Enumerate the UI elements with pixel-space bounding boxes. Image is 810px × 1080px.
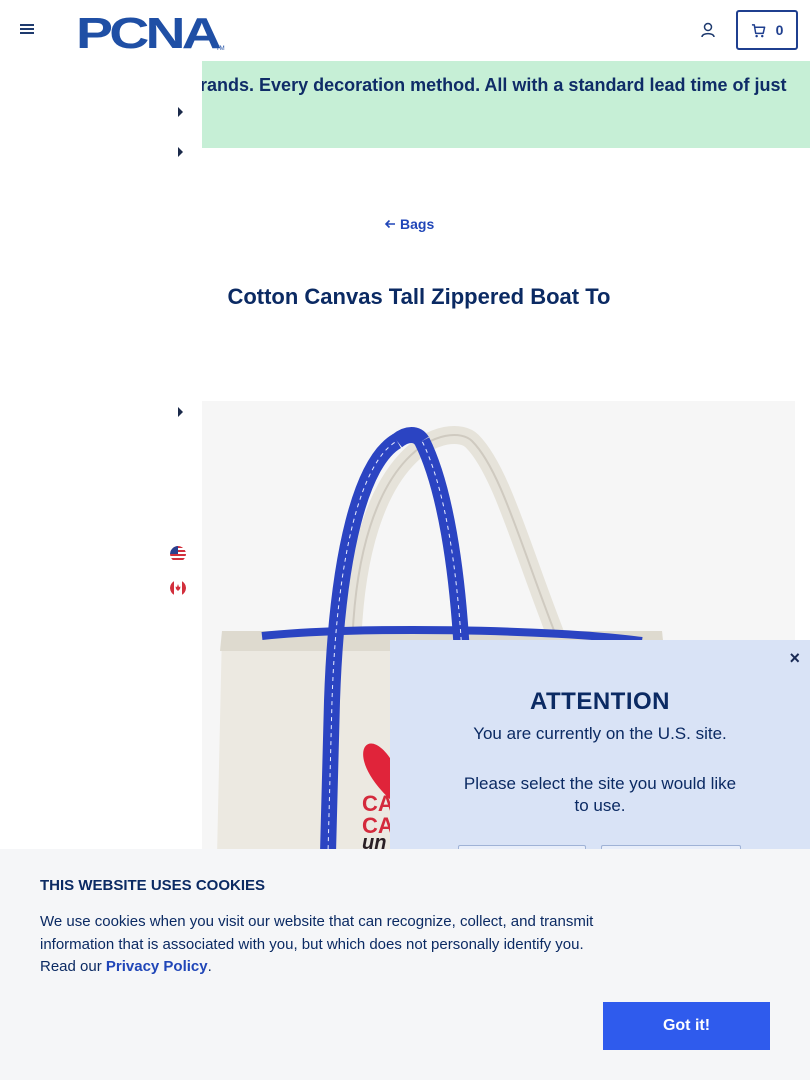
us-flag-icon[interactable] xyxy=(170,546,186,562)
cart-icon xyxy=(751,23,765,37)
cookie-heading: THIS WEBSITE USES COOKIES xyxy=(40,877,266,894)
product-title-container: Cotton Canvas Tall Zippered Boat Tote xyxy=(170,284,610,318)
caret-right-icon[interactable] xyxy=(178,107,183,117)
canada-flag-icon[interactable] xyxy=(170,580,186,596)
modal-heading: ATTENTION xyxy=(529,688,671,715)
account-icon[interactable] xyxy=(700,22,716,38)
modal-current-site-message: You are currently on the U.S. site. xyxy=(473,724,727,743)
privacy-policy-link[interactable]: Privacy Policy xyxy=(106,958,208,975)
cart-count: 0 xyxy=(775,22,784,38)
cookie-body: We use cookies when you visit our websit… xyxy=(40,911,610,979)
svg-text:TM: TM xyxy=(216,46,225,52)
accept-cookies-button[interactable]: Got it! xyxy=(603,1002,770,1050)
cookie-banner: THIS WEBSITE USES COOKIES We use cookies… xyxy=(0,849,810,1080)
pcna-logo[interactable]: PCNA TM xyxy=(76,10,226,52)
caret-right-icon[interactable] xyxy=(178,147,183,157)
arrow-left-icon xyxy=(384,219,395,229)
caret-right-icon[interactable] xyxy=(178,407,183,417)
cart-button[interactable]: 0 xyxy=(736,10,798,50)
page: PCNA TM 0 Thousands of products. Dozens … xyxy=(0,0,810,1080)
site-header: PCNA TM 0 xyxy=(0,0,810,61)
back-to-category-link[interactable]: Bags xyxy=(384,216,434,232)
svg-text:PCNA: PCNA xyxy=(76,10,221,52)
product-title: Cotton Canvas Tall Zippered Boat Tote xyxy=(227,284,610,309)
menu-icon[interactable] xyxy=(20,22,36,38)
cookie-body-end: . xyxy=(207,958,212,975)
site-selection-modal: × ATTENTION You are currently on the U.S… xyxy=(390,640,810,885)
modal-select-site-message: Please select the site you would like to… xyxy=(463,774,737,815)
close-icon[interactable]: × xyxy=(789,648,800,669)
back-link-label: Bags xyxy=(400,216,435,232)
